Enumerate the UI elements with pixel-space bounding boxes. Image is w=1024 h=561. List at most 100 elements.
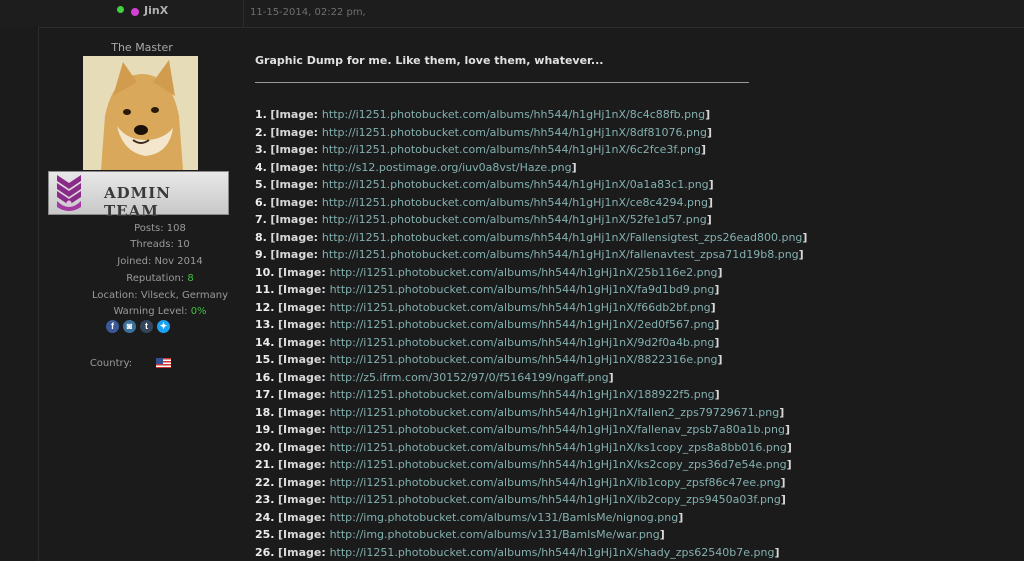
image-url-link[interactable]: http://img.photobucket.com/albums/v131/B… (330, 528, 660, 541)
image-number: 6. (255, 195, 267, 209)
image-url-link[interactable]: http://i1251.photobucket.com/albums/hh54… (330, 441, 787, 454)
image-tag-prefix: [Image: (278, 423, 330, 436)
image-url-link[interactable]: http://i1251.photobucket.com/albums/hh54… (330, 458, 787, 471)
image-number: 14. (255, 335, 275, 349)
image-number: 15. (255, 353, 275, 366)
image-list-item: 22. [Image: http://i1251.photobucket.com… (255, 474, 807, 492)
image-tag-suffix: ] (784, 423, 790, 436)
image-url-link[interactable]: http://i1251.photobucket.com/albums/hh54… (330, 388, 715, 401)
image-tag-prefix: [Image: (278, 475, 330, 489)
image-tag-suffix: ] (714, 283, 720, 296)
image-number: 23. (255, 493, 275, 506)
username-link[interactable]: JinX (144, 4, 168, 17)
image-url-link[interactable]: http://i1251.photobucket.com/albums/hh54… (330, 476, 781, 489)
image-number: 5. (255, 178, 267, 191)
image-tag-suffix: ] (608, 370, 614, 384)
threads-label: Threads: (130, 239, 177, 250)
instagram-icon[interactable]: ◙ (123, 320, 136, 333)
image-url-link[interactable]: http://i1251.photobucket.com/albums/hh54… (330, 301, 711, 314)
image-list-item: 25. [Image: http://img.photobucket.com/a… (255, 526, 807, 544)
online-status-icon (117, 6, 124, 13)
image-tag-prefix: [Image: (278, 493, 330, 506)
reputation-value[interactable]: 8 (187, 273, 193, 284)
image-tag-prefix: [Image: (270, 143, 322, 156)
image-tag-suffix: ] (786, 440, 792, 454)
image-number: 12. (255, 300, 275, 314)
image-url-link[interactable]: http://i1251.photobucket.com/albums/hh54… (330, 266, 718, 279)
user-avatar[interactable] (83, 56, 198, 170)
image-url-link[interactable]: http://i1251.photobucket.com/albums/hh54… (330, 336, 715, 349)
posts-stat: Posts: 108 (70, 223, 250, 234)
image-list-item: 11. [Image: http://i1251.photobucket.com… (255, 281, 807, 299)
image-url-link[interactable]: http://i1251.photobucket.com/albums/hh54… (330, 423, 785, 436)
image-number: 25. (255, 528, 275, 541)
image-number: 17. (255, 388, 275, 401)
image-url-link[interactable]: http://i1251.photobucket.com/albums/hh54… (322, 231, 802, 244)
post-left-border (38, 27, 39, 561)
image-url-link[interactable]: http://i1251.photobucket.com/albums/hh54… (330, 546, 775, 559)
image-list-item: 2. [Image: http://i1251.photobucket.com/… (255, 124, 807, 142)
location-value: Vilseck, Germany (140, 290, 228, 301)
facebook-icon[interactable]: f (106, 320, 119, 333)
image-tag-prefix: [Image: (278, 335, 330, 349)
image-tag-suffix: ] (706, 125, 713, 139)
image-url-link[interactable]: http://i1251.photobucket.com/albums/hh54… (330, 493, 781, 506)
image-tag-suffix: ] (802, 230, 808, 244)
image-tag-prefix: [Image: (270, 125, 322, 139)
image-list-item: 7. [Image: http://i1251.photobucket.com/… (255, 211, 807, 229)
image-list-item: 17. [Image: http://i1251.photobucket.com… (255, 386, 807, 404)
image-url-link[interactable]: http://z5.ifrm.com/30152/97/0/f5164199/n… (330, 371, 609, 384)
image-list-item: 1. [Image: http://i1251.photobucket.com/… (255, 106, 807, 124)
user-gender-icon (131, 8, 139, 16)
reputation-label: Reputation: (126, 273, 188, 284)
image-url-link[interactable]: http://i1251.photobucket.com/albums/hh54… (322, 248, 799, 261)
image-url-link[interactable]: http://i1251.photobucket.com/albums/hh54… (330, 283, 715, 296)
image-tag-prefix: [Image: (278, 370, 330, 384)
twitter-icon[interactable]: ✦ (157, 320, 170, 333)
image-url-link[interactable]: http://i1251.photobucket.com/albums/hh54… (322, 178, 709, 191)
image-tag-suffix: ] (571, 160, 577, 174)
rank-label: ADMIN TEAM (104, 184, 171, 220)
image-url-link[interactable]: http://i1251.photobucket.com/albums/hh54… (322, 126, 707, 139)
image-tag-prefix: [Image: (270, 178, 322, 191)
image-url-link[interactable]: http://i1251.photobucket.com/albums/hh54… (322, 213, 707, 226)
image-tag-prefix: [Image: (270, 248, 322, 261)
image-list-item: 8. [Image: http://i1251.photobucket.com/… (255, 229, 807, 247)
forum-post-page: JinX 11-15-2014, 02:22 pm, The Master AD… (0, 0, 1024, 561)
image-url-link[interactable]: http://s12.postimage.org/iuv0a8vst/Haze.… (322, 161, 572, 174)
image-url-link[interactable]: http://i1251.photobucket.com/albums/hh54… (330, 406, 780, 419)
image-tag-prefix: [Image: (278, 458, 330, 471)
image-tag-suffix: ] (780, 493, 786, 506)
image-tag-prefix: [Image: (270, 213, 322, 226)
image-tag-prefix: [Image: (270, 160, 322, 174)
image-list-item: 21. [Image: http://i1251.photobucket.com… (255, 456, 807, 474)
image-tag-suffix: ] (779, 405, 785, 419)
image-tag-prefix: [Image: (278, 318, 330, 331)
header-divider (243, 0, 244, 27)
image-number: 3. (255, 143, 267, 156)
image-tag-suffix: ] (717, 353, 723, 366)
image-tag-suffix: ] (705, 108, 711, 121)
image-tag-prefix: [Image: (278, 440, 330, 454)
image-number: 18. (255, 405, 275, 419)
warning-value[interactable]: 0% (191, 306, 207, 317)
image-url-link[interactable]: http://i1251.photobucket.com/albums/hh54… (330, 353, 718, 366)
image-url-link[interactable]: http://i1251.photobucket.com/albums/hh54… (330, 318, 715, 331)
image-list-item: 15. [Image: http://i1251.photobucket.com… (255, 351, 807, 369)
image-url-link[interactable]: http://i1251.photobucket.com/albums/hh54… (322, 143, 701, 156)
image-tag-suffix: ] (659, 528, 665, 541)
country-stat: Country: (21, 358, 201, 369)
image-number: 11. (255, 283, 275, 296)
post-horizontal-rule (255, 82, 749, 83)
us-flag-icon (156, 358, 171, 368)
image-number: 1. (255, 108, 267, 121)
image-tag-suffix: ] (707, 195, 714, 209)
threads-value: 10 (177, 239, 190, 250)
posts-label: Posts: (134, 223, 167, 234)
image-tag-prefix: [Image: (278, 528, 330, 541)
post-top-divider (38, 27, 1024, 28)
image-url-link[interactable]: http://i1251.photobucket.com/albums/hh54… (322, 196, 708, 209)
image-url-link[interactable]: http://i1251.photobucket.com/albums/hh54… (322, 108, 705, 121)
image-url-link[interactable]: http://img.photobucket.com/albums/v131/B… (330, 511, 679, 524)
tumblr-icon[interactable]: t (140, 320, 153, 333)
